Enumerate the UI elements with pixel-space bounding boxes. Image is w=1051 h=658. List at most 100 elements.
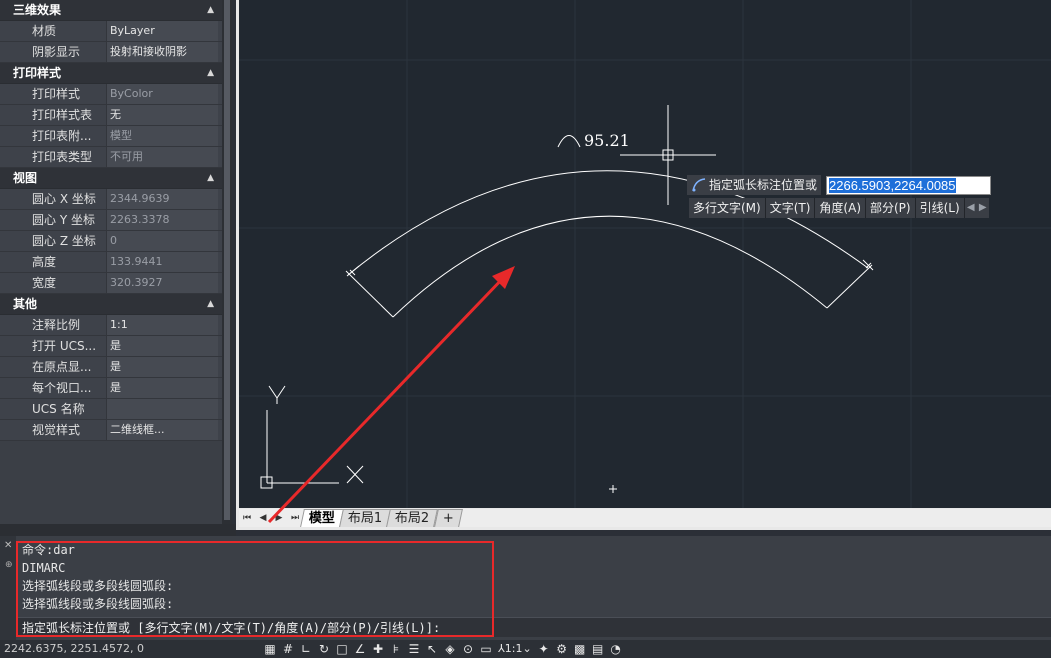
property-row[interactable]: 圆心 X 坐标 2344.9639 <box>0 189 222 210</box>
property-name: UCS 名称 <box>10 399 102 419</box>
property-row[interactable]: 打印表类型 不可用 <box>0 147 222 168</box>
ortho-icon[interactable]: ∟ <box>298 641 314 657</box>
collapse-icon[interactable]: ▲ <box>207 168 214 188</box>
property-value[interactable]: 是 <box>106 336 218 356</box>
property-value[interactable]: 模型 <box>106 126 218 146</box>
dimension-text: 95.21 <box>584 131 630 150</box>
history-line: 命令:dar <box>22 543 75 557</box>
property-value[interactable]: 1:1 <box>106 315 218 335</box>
property-value[interactable]: 133.9441 <box>106 252 218 272</box>
property-value[interactable]: 不可用 <box>106 147 218 167</box>
property-name: 高度 <box>10 252 102 272</box>
snap-icon[interactable]: # <box>280 641 296 657</box>
section-header[interactable]: 三维效果 ▲ <box>0 0 222 21</box>
property-value[interactable]: ByColor <box>106 84 218 104</box>
property-row[interactable]: 宽度 320.3927 <box>0 273 222 294</box>
property-value[interactable]: 是 <box>106 357 218 377</box>
lineweight-icon[interactable]: ☰ <box>406 641 422 657</box>
property-value[interactable]: 0 <box>106 231 218 251</box>
property-row[interactable]: 阴影显示 投射和接收阴影 <box>0 42 222 63</box>
property-value[interactable]: 2344.9639 <box>106 189 218 209</box>
clean-screen-icon[interactable]: ◔ <box>608 641 624 657</box>
osnap-icon[interactable]: □ <box>334 641 350 657</box>
collapse-icon[interactable]: ▲ <box>207 63 214 83</box>
property-row[interactable]: 在原点显... 是 <box>0 357 222 378</box>
scrollbar-thumb[interactable] <box>224 0 230 520</box>
section-header[interactable]: 打印样式 ▲ <box>0 63 222 84</box>
property-row[interactable]: 打印样式表无 <box>0 105 222 126</box>
extension-line-right <box>826 264 873 309</box>
property-row[interactable]: 打印样式 ByColor <box>0 84 222 105</box>
tab-add-layout[interactable]: + <box>433 509 463 527</box>
property-row[interactable]: 打开 UCS... 是 <box>0 336 222 357</box>
section-header[interactable]: 其他 ▲ <box>0 294 222 315</box>
option-partial[interactable]: 部分(P) <box>866 198 916 218</box>
property-row[interactable]: 视觉样式 二维线框... <box>0 420 222 441</box>
section-title: 其他 <box>13 297 38 311</box>
model-space-icon[interactable]: ▭ <box>478 641 494 657</box>
tab-layout1[interactable]: 布局1 <box>339 509 392 527</box>
model-viewport[interactable]: 95.21 <box>239 0 1051 508</box>
option-leader[interactable]: 引线(L) <box>916 198 965 218</box>
command-input[interactable]: 指定弧长标注位置或 [多行文字(M)/文字(T)/角度(A)/部分(P)/引线(… <box>16 617 1051 637</box>
property-row[interactable]: 注释比例 1:1 <box>0 315 222 336</box>
command-history: 命令:dar DIMARC 选择弧线段或多段线圆弧段: 选择弧线段或多段线圆弧段… <box>16 541 1051 615</box>
dynamic-input-field[interactable]: 2266.5903,2264.0085 <box>826 176 991 195</box>
collapse-icon[interactable]: ▲ <box>207 0 214 20</box>
history-line: 选择弧线段或多段线圆弧段: <box>22 597 174 611</box>
isolate-objects-icon[interactable]: ▤ <box>590 641 606 657</box>
property-value[interactable]: 无 <box>106 105 218 125</box>
collapse-icon[interactable]: ▲ <box>207 294 214 314</box>
polar-icon[interactable]: ↻ <box>316 641 332 657</box>
close-icon[interactable]: ✕ <box>4 540 12 551</box>
dynamic-input-icon[interactable]: ⊧ <box>388 641 404 657</box>
option-mtext[interactable]: 多行文字(M) <box>689 198 766 218</box>
dynamic-ucs-icon[interactable]: ✚ <box>370 641 386 657</box>
next-tab-icon[interactable]: ▶ <box>271 513 287 523</box>
first-tab-icon[interactable]: ⏮ <box>239 513 255 523</box>
status-bar: 2242.6375, 2251.4572, 0 ▦ # ∟ ↻ □ ∠ ✚ ⊧ … <box>0 640 1051 658</box>
tab-layout2[interactable]: 布局2 <box>386 509 439 527</box>
property-row[interactable]: UCS 名称 <box>0 399 222 420</box>
drawing-canvas[interactable]: 95.21 <box>239 0 1051 508</box>
properties-scrollbar[interactable] <box>222 0 232 524</box>
grid <box>239 0 1051 508</box>
quick-properties-icon[interactable]: ⊙ <box>460 641 476 657</box>
option-text[interactable]: 文字(T) <box>766 198 816 218</box>
hardware-acceleration-icon[interactable]: ▩ <box>572 641 588 657</box>
property-value[interactable]: 二维线框... <box>106 420 218 440</box>
property-name: 打印样式 <box>10 84 102 104</box>
property-row[interactable]: 材质 ByLayer <box>0 21 222 42</box>
annotation-visibility-icon[interactable]: ✦ <box>536 641 552 657</box>
property-value[interactable]: 320.3927 <box>106 273 218 293</box>
property-value[interactable]: 是 <box>106 378 218 398</box>
grid-icon[interactable]: ▦ <box>262 641 278 657</box>
options-next-icon[interactable]: ▶ <box>977 198 989 218</box>
property-row[interactable]: 圆心 Y 坐标 2263.3378 <box>0 210 222 231</box>
auto-scale-icon[interactable]: ⚙ <box>554 641 570 657</box>
status-toolbar: ▦ # ∟ ↻ □ ∠ ✚ ⊧ ☰ ↖ ◈ ⊙ ▭ ⅄1:1⌄ ✦ ⚙ ▩ ▤ … <box>262 641 626 657</box>
property-value[interactable] <box>106 399 218 419</box>
dynamic-input-value: 2266.5903,2264.0085 <box>829 178 956 193</box>
property-value[interactable]: ByLayer <box>106 21 218 41</box>
options-prev-icon[interactable]: ◀ <box>965 198 977 218</box>
property-value[interactable]: 2263.3378 <box>106 210 218 230</box>
property-row[interactable]: 每个视口... 是 <box>0 378 222 399</box>
layout-tab-bar: ⏮ ◀ ▶ ⏭ 模型 布局1 布局2 + <box>239 509 1051 527</box>
properties-panel: 三维效果 ▲ 材质 ByLayer 阴影显示 投射和接收阴影 打印样式 ▲ 打印样式 ByColo… <box>0 0 222 524</box>
property-value[interactable]: 投射和接收阴影 <box>106 42 218 62</box>
property-row[interactable]: 打印表附... 模型 <box>0 126 222 147</box>
property-name: 视觉样式 <box>10 420 102 440</box>
selection-cycling-icon[interactable]: ↖ <box>424 641 440 657</box>
option-angle[interactable]: 角度(A) <box>815 198 866 218</box>
section-header[interactable]: 视图 ▲ <box>0 168 222 189</box>
layers-icon[interactable]: ◈ <box>442 641 458 657</box>
pin-icon[interactable]: ⊕ <box>5 560 13 570</box>
otrack-icon[interactable]: ∠ <box>352 641 368 657</box>
prev-tab-icon[interactable]: ◀ <box>255 513 271 523</box>
annotation-scale[interactable]: ⅄1:1⌄ <box>496 641 534 657</box>
property-name: 打印表类型 <box>10 147 102 167</box>
tab-model[interactable]: 模型 <box>300 509 344 527</box>
property-row[interactable]: 高度 133.9441 <box>0 252 222 273</box>
property-row[interactable]: 圆心 Z 坐标 0 <box>0 231 222 252</box>
